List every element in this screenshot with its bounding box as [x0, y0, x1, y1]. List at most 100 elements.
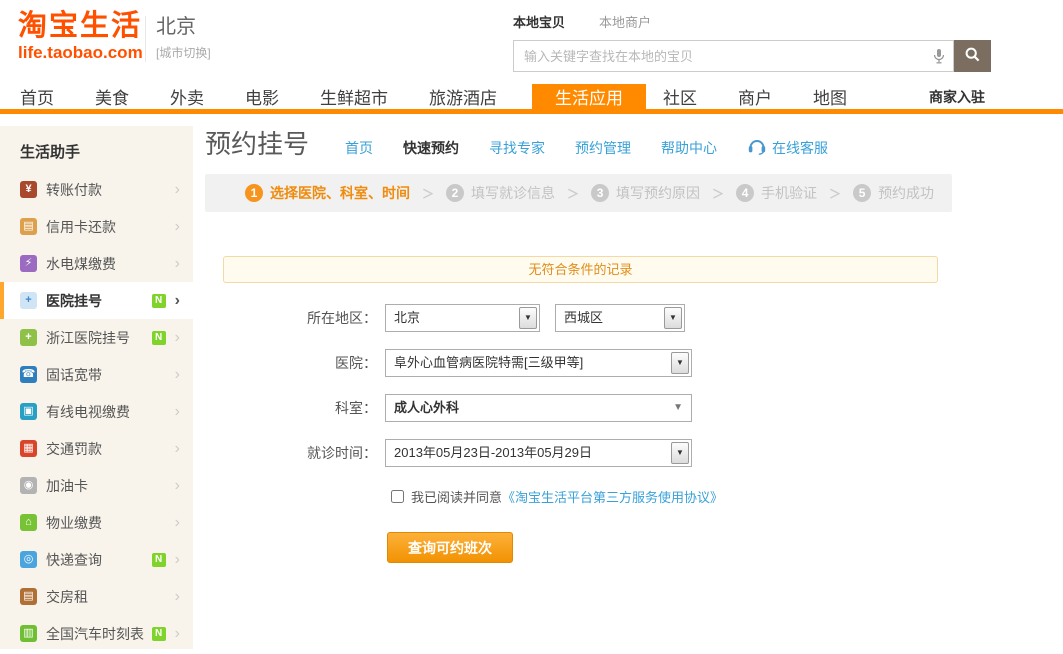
search-input[interactable]: [513, 40, 954, 72]
sidebar-item[interactable]: ◎ 快递查询 N ›: [0, 541, 193, 578]
transfer-payment-icon: ¥: [20, 181, 37, 198]
search-input-wrap: [513, 40, 954, 72]
nav-items: 首页 美食 外卖 电影 生鲜超市 旅游酒店 生活应用 社区 商户 地图: [20, 84, 888, 109]
sidebar-item-label: 物业缴费: [46, 513, 102, 533]
appointment-tab[interactable]: 首页: [345, 138, 373, 158]
nav-item[interactable]: 生鲜超市: [320, 84, 388, 109]
online-service-link[interactable]: 在线客服: [747, 130, 828, 158]
search-tabs: 本地宝贝 本地商户: [513, 12, 1003, 31]
nav-item[interactable]: 首页: [20, 84, 54, 109]
sidebar-item[interactable]: ▥ 全国汽车时刻表 N ›: [0, 615, 193, 652]
sidebar-item[interactable]: ☎ 固话宽带 ›: [0, 356, 193, 393]
appointment-tab[interactable]: 寻找专家: [489, 138, 545, 158]
merchant-join-link[interactable]: 商家入驻: [929, 84, 985, 109]
dropdown-button-icon[interactable]: ▼: [671, 442, 689, 464]
bus-schedule-icon: ▥: [20, 625, 37, 642]
sidebar-item-label: 信用卡还款: [46, 217, 116, 237]
fuel-card-icon: ◉: [20, 477, 37, 494]
new-badge: N: [152, 331, 166, 345]
main-navbar: 首页 美食 外卖 电影 生鲜超市 旅游酒店 生活应用 社区 商户 地图 商家入驻: [0, 84, 1063, 114]
no-records-notice: 无符合条件的记录: [223, 256, 938, 283]
sidebar-item[interactable]: + 浙江医院挂号 N ›: [0, 319, 193, 356]
city-select[interactable]: 北京 ▼: [385, 304, 540, 332]
search-tab[interactable]: 本地商户: [599, 12, 651, 31]
city-switch-link[interactable]: [城市切换]: [156, 44, 211, 61]
sidebar-item[interactable]: ▤ 信用卡还款 ›: [0, 208, 193, 245]
visit-time-label: 就诊时间：: [205, 443, 377, 463]
chevron-right-icon: ›: [175, 293, 180, 309]
chevron-right-icon: ›: [175, 256, 180, 272]
microphone-icon[interactable]: [933, 48, 945, 69]
appointment-tab[interactable]: 帮助中心: [661, 138, 717, 158]
district-select[interactable]: 西城区 ▼: [555, 304, 685, 332]
chevron-right-icon: ›: [175, 478, 180, 494]
district-select-value: 西城区: [564, 310, 603, 325]
dropdown-button-icon[interactable]: ▼: [671, 352, 689, 374]
nav-item[interactable]: 生活应用: [532, 84, 646, 109]
hospital-select[interactable]: 阜外心血管病医院特需[三级甲等] ▼: [385, 349, 692, 377]
sidebar-title: 生活助手: [0, 126, 193, 171]
nav-item[interactable]: 地图: [813, 84, 847, 109]
rent-pay-icon: ▤: [20, 588, 37, 605]
region-label: 所在地区：: [205, 308, 377, 328]
nav-item[interactable]: 外卖: [170, 84, 204, 109]
online-service-label: 在线客服: [772, 138, 828, 158]
dropdown-arrow-icon: ▼: [673, 395, 683, 421]
hospital-label: 医院：: [205, 353, 377, 373]
sidebar-item-label: 快递查询: [46, 550, 102, 570]
appointment-tab[interactable]: 快速预约: [403, 138, 459, 158]
page-body: 生活助手 ¥ 转账付款 › ▤ 信用卡还款: [0, 114, 1063, 649]
step-number: 4: [736, 184, 754, 202]
step-label: 手机验证: [761, 183, 817, 203]
sidebar-item[interactable]: ▣ 有线电视缴费 ›: [0, 393, 193, 430]
sidebar-item-label: 有线电视缴费: [46, 402, 130, 422]
sidebar-item[interactable]: ¥ 转账付款 ›: [0, 171, 193, 208]
sidebar-item[interactable]: ▦ 交通罚款 ›: [0, 430, 193, 467]
chevron-right-icon: ›: [175, 367, 180, 383]
credit-card-repay-icon: ▤: [20, 218, 37, 235]
query-schedule-button[interactable]: 查询可约班次: [387, 532, 513, 563]
step-label: 填写预约原因: [616, 183, 700, 203]
nav-item[interactable]: 商户: [738, 84, 772, 109]
search-area: 本地宝贝 本地商户: [513, 12, 1003, 72]
wizard-step: ＞ 5 预约成功: [817, 183, 934, 203]
sidebar-item-label: 医院挂号: [46, 291, 102, 311]
logo-domain: life.taobao.com: [18, 43, 143, 62]
search-button[interactable]: [954, 40, 991, 72]
page-title: 预约挂号: [205, 128, 309, 160]
nav-item[interactable]: 社区: [663, 84, 697, 109]
sidebar-item-label: 交通罚款: [46, 439, 102, 459]
agreement-link[interactable]: 《淘宝生活平台第三方服务使用协议》: [502, 487, 723, 506]
search-tab[interactable]: 本地宝贝: [513, 12, 565, 31]
step-number: 1: [245, 184, 263, 202]
sidebar-item[interactable]: + 医院挂号 N ›: [0, 282, 193, 319]
page-root: 淘宝生活 life.taobao.com 北京 [城市切换] 本地宝贝 本地商户: [0, 0, 1063, 654]
city-block: 北京 [城市切换]: [156, 15, 211, 61]
nav-item[interactable]: 旅游酒店: [429, 84, 497, 109]
chevron-right-icon: ›: [175, 626, 180, 642]
appointment-tab[interactable]: 预约管理: [575, 138, 631, 158]
page-header: 淘宝生活 life.taobao.com 北京 [城市切换] 本地宝贝 本地商户: [0, 0, 1063, 84]
department-select[interactable]: 成人心外科 ▼: [385, 394, 692, 422]
step-separator-icon: ＞: [829, 185, 841, 202]
department-row: 科室： 成人心外科 ▼: [205, 394, 1063, 422]
department-select-value: 成人心外科: [394, 400, 459, 415]
city-select-value: 北京: [394, 310, 420, 325]
dropdown-button-icon[interactable]: ▼: [519, 307, 537, 329]
dropdown-button-icon[interactable]: ▼: [664, 307, 682, 329]
sidebar-item[interactable]: ⚡ 水电煤缴费 ›: [0, 245, 193, 282]
nav-item[interactable]: 电影: [245, 84, 279, 109]
sidebar-item[interactable]: ◉ 加油卡 ›: [0, 467, 193, 504]
step-number: 2: [446, 184, 464, 202]
wizard-step: ＞ 4 手机验证: [700, 183, 817, 203]
sidebar-item-label: 加油卡: [46, 476, 88, 496]
sidebar-item[interactable]: ▤ 交房租 ›: [0, 578, 193, 615]
express-tracking-icon: ◎: [20, 551, 37, 568]
region-row: 所在地区： 北京 ▼ 西城区 ▼: [205, 304, 1063, 332]
appointment-tabs: 首页 快速预约 寻找专家 预约管理 帮助中心: [345, 130, 717, 158]
nav-item[interactable]: 美食: [95, 84, 129, 109]
site-logo[interactable]: 淘宝生活 life.taobao.com: [18, 10, 143, 62]
sidebar-item[interactable]: ⌂ 物业缴费 ›: [0, 504, 193, 541]
agreement-checkbox[interactable]: [391, 490, 404, 503]
visit-time-select[interactable]: 2013年05月23日-2013年05月29日 ▼: [385, 439, 692, 467]
